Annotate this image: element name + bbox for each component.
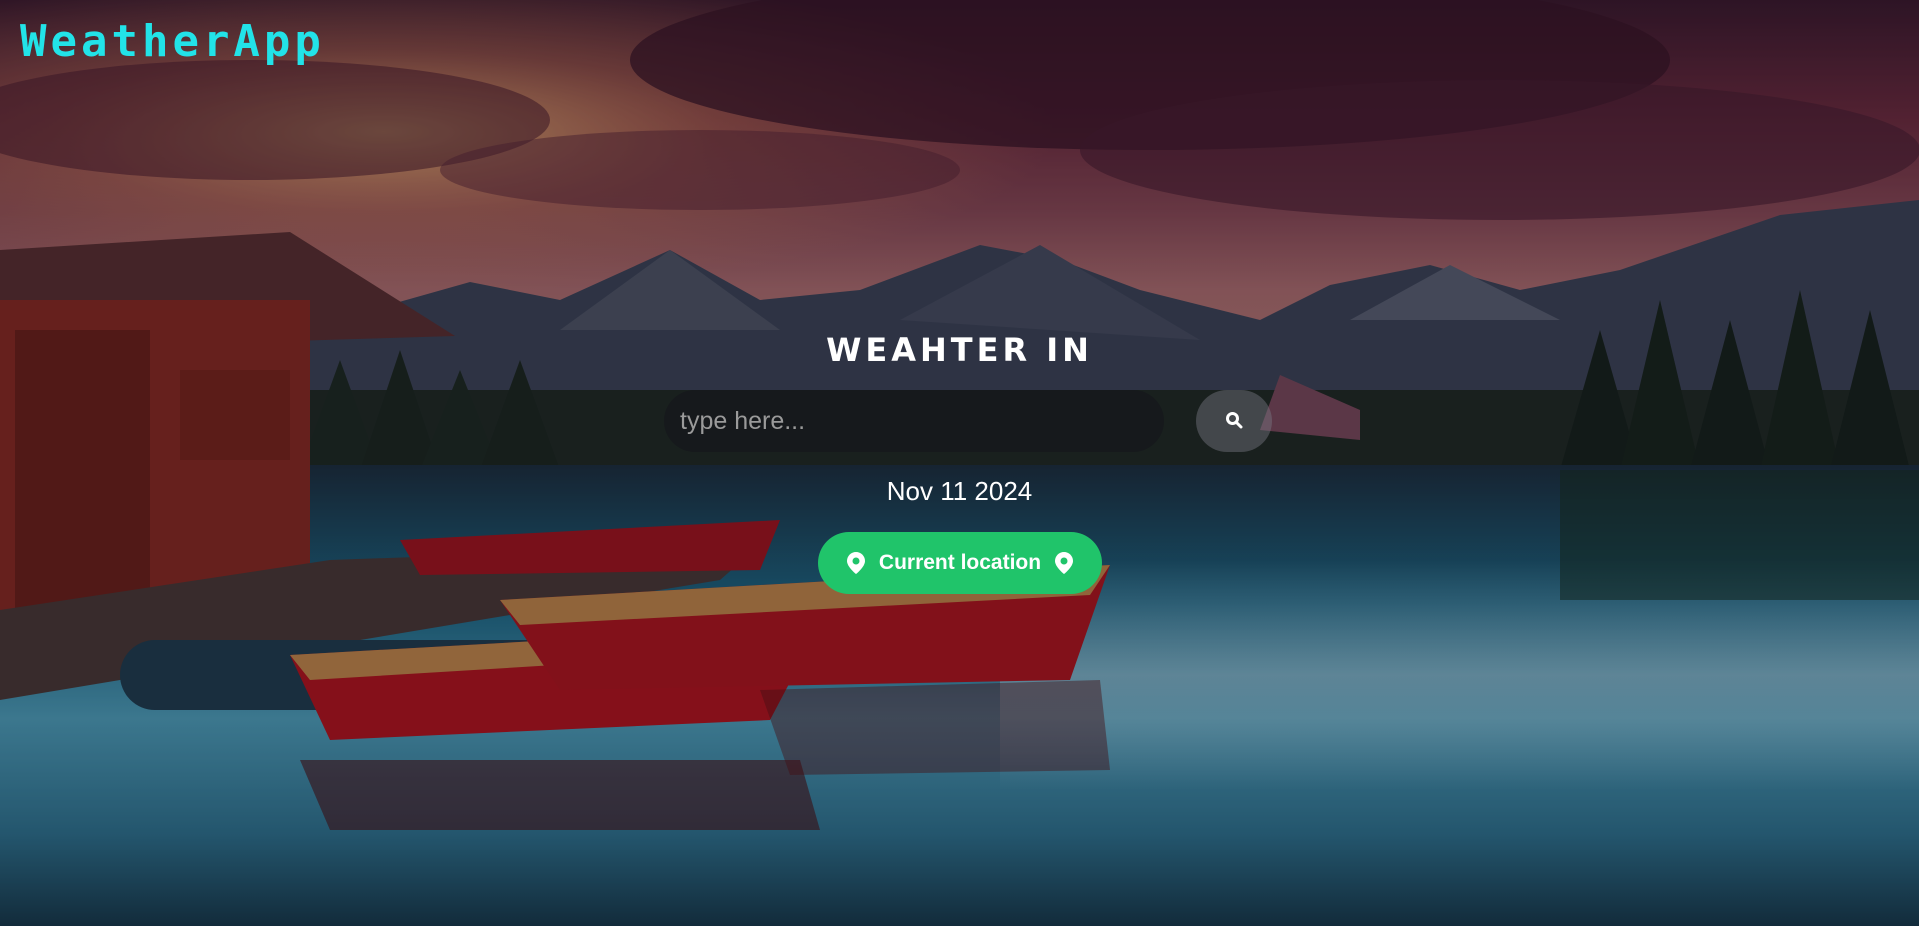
search-button[interactable] — [1196, 390, 1272, 452]
search-row — [664, 390, 1272, 454]
app-logo-title[interactable]: WeatherApp — [20, 20, 325, 64]
current-date: Nov 11 2024 — [886, 476, 1033, 506]
search-panel: WEAHTER IN — [0, 328, 1919, 372]
city-search-input[interactable] — [664, 390, 1164, 452]
search-icon — [1225, 411, 1243, 432]
weather-app-page: WeatherApp WEAHTER IN Nov 11 2024 — [0, 0, 1919, 926]
background-overlay — [0, 0, 1919, 926]
map-pin-icon — [1055, 552, 1074, 574]
current-location-label: Current location — [878, 551, 1042, 574]
map-pin-icon — [846, 552, 865, 574]
current-location-button[interactable]: Current location — [818, 532, 1102, 594]
page-heading: WEAHTER IN — [826, 331, 1093, 369]
